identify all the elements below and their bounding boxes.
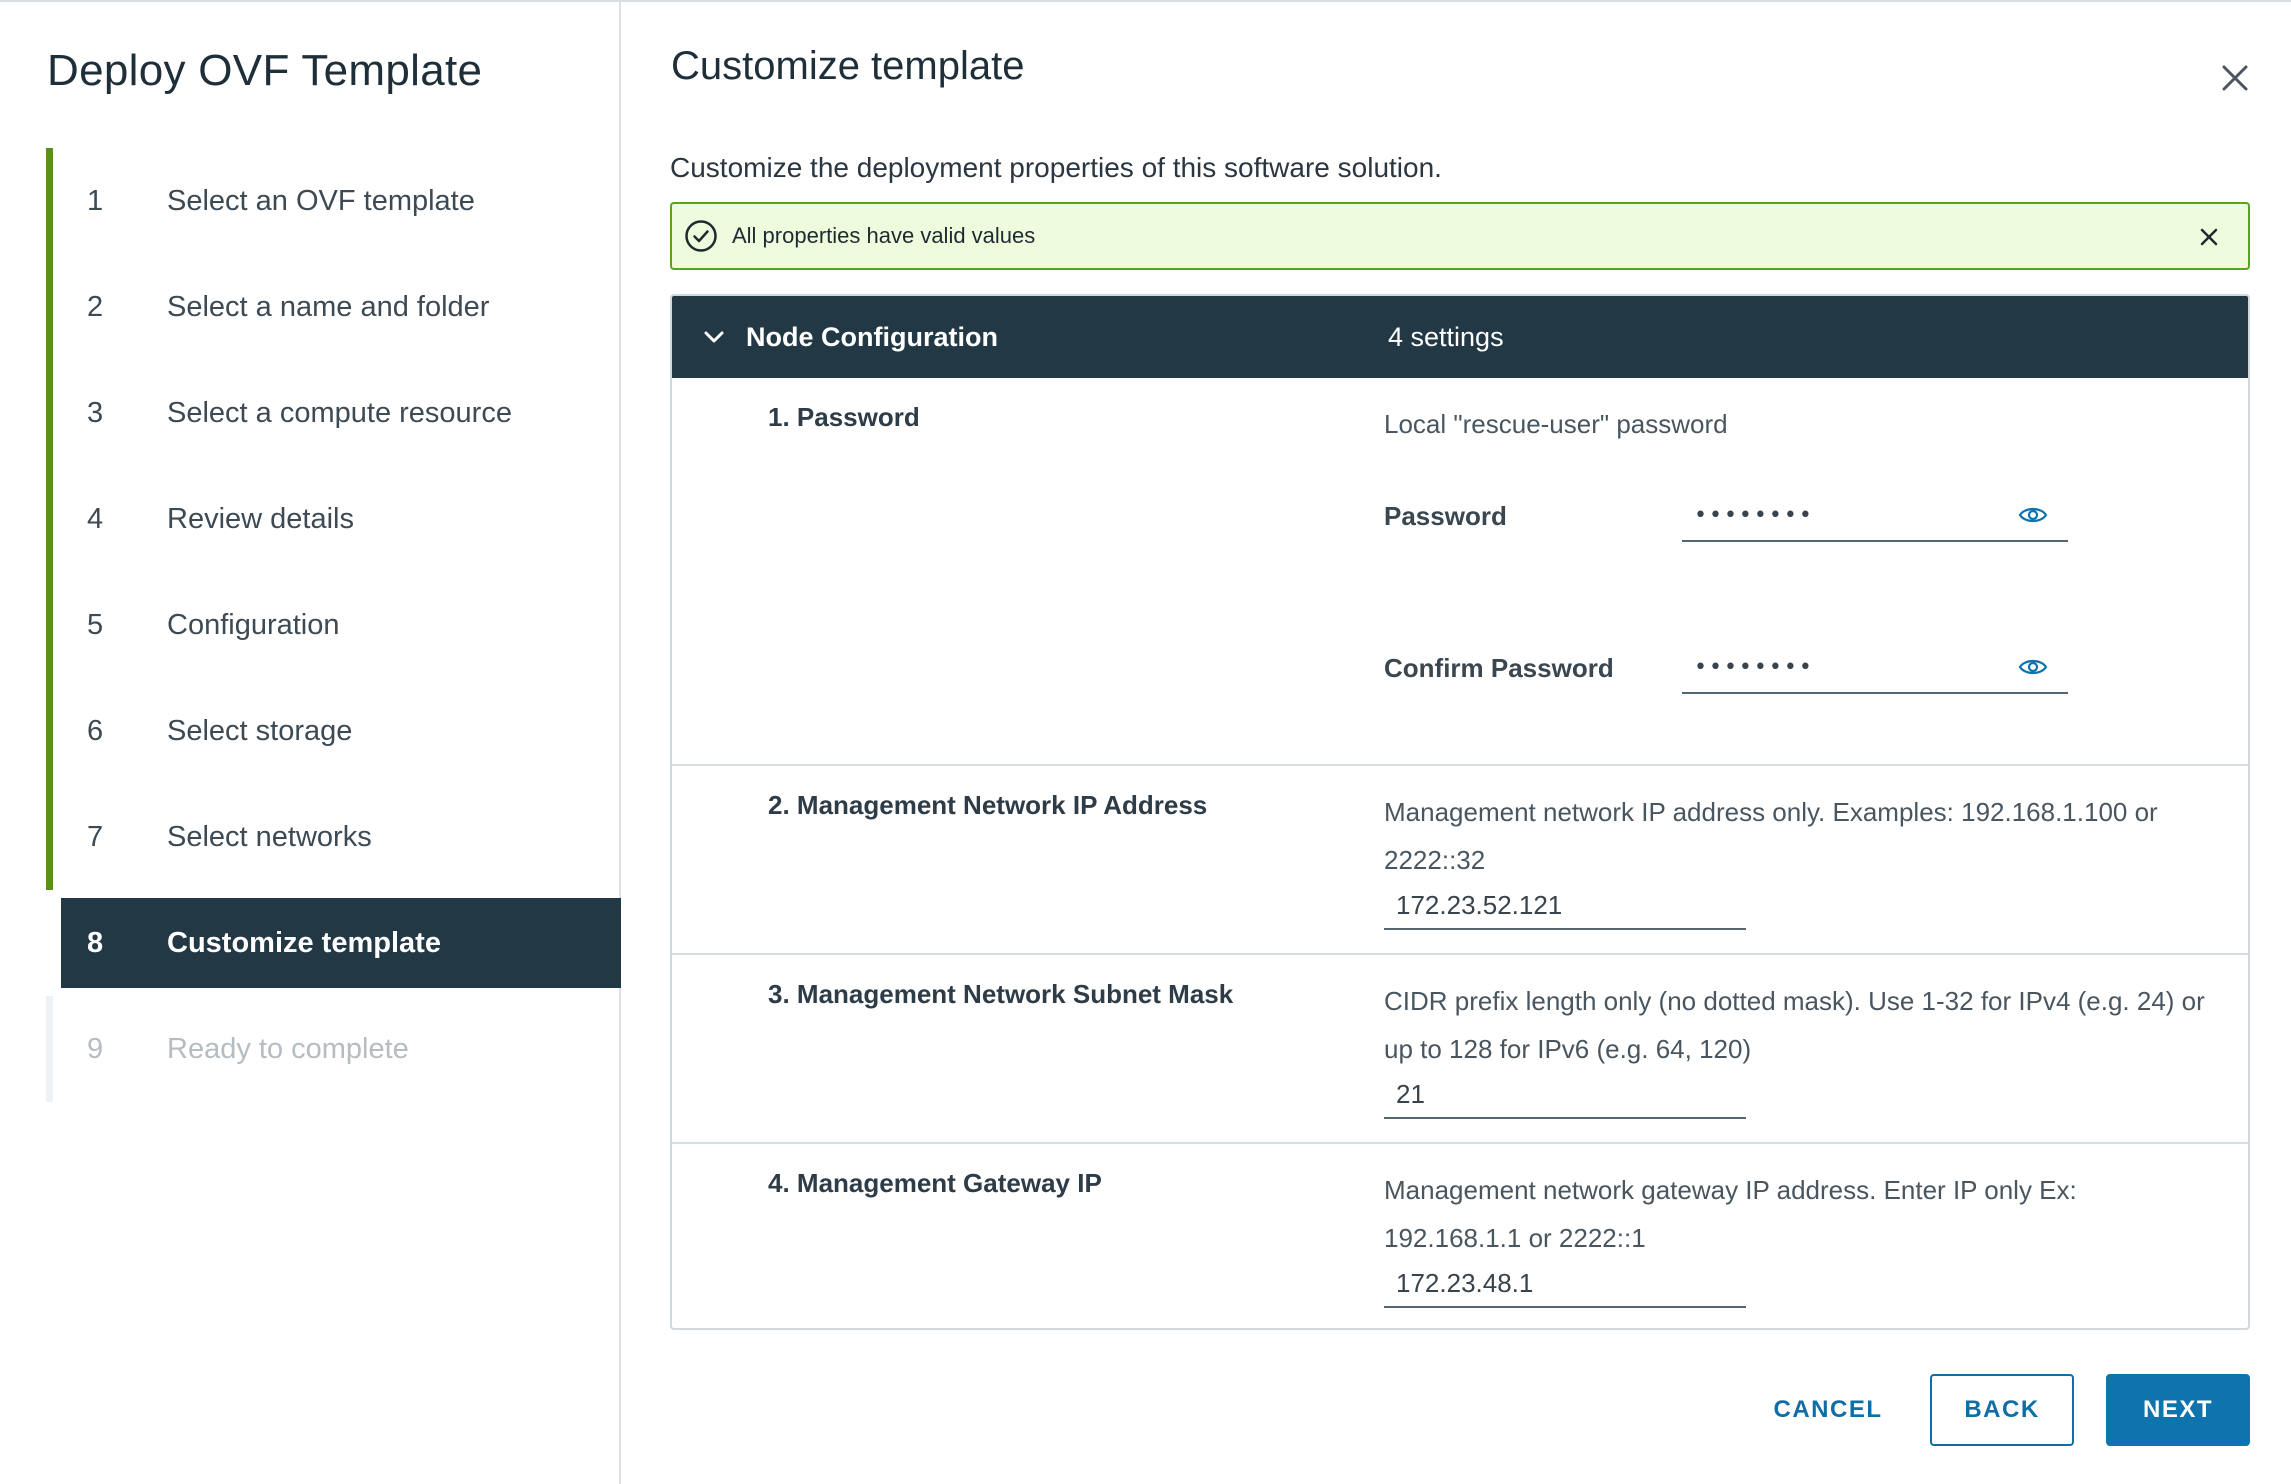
group-name: Node Configuration [746,321,998,352]
property-description: Management network gateway IP address. E… [1384,1175,2077,1253]
group-header-node-configuration[interactable]: Node Configuration 4 settings [672,296,2248,378]
step-label: Select a name and folder [167,290,490,323]
step-number: 6 [87,714,104,747]
wizard-sidebar: Deploy OVF Template 1 Select an OVF temp… [0,2,621,1484]
password-input[interactable] [1682,490,2068,540]
chevron-down-icon[interactable] [700,323,728,351]
confirm-password-input[interactable] [1682,642,2068,692]
confirm-password-row: Confirm Password [1384,642,2068,694]
wizard-step-3[interactable]: 3 Select a compute resource [46,360,621,466]
step-label: Customize template [167,926,441,959]
step-label: Select storage [167,714,353,747]
step-label: Review details [167,502,354,535]
confirm-password-label: Confirm Password [1384,652,1614,683]
password-row: Password [1384,490,2068,542]
step-number: 1 [87,184,104,217]
property-name: 4. Management Gateway IP [768,1168,1102,1198]
wizard-step-9: 9 Ready to complete [46,996,621,1102]
wizard-step-1[interactable]: 1 Select an OVF template [46,148,621,254]
next-button[interactable]: NEXT [2106,1374,2250,1446]
success-alert: All properties have valid values [670,202,2250,270]
property-subnet-mask: 3. Management Network Subnet Mask CIDR p… [672,955,2248,1144]
step-number: 3 [87,396,104,429]
gateway-ip-input[interactable] [1384,1260,1746,1308]
close-icon[interactable] [2215,58,2255,98]
property-description: CIDR prefix length only (no dotted mask)… [1384,986,2205,1064]
property-gateway-ip: 4. Management Gateway IP Management netw… [672,1144,2248,1328]
page-title: Customize template [671,44,1025,88]
confirm-password-field-wrapper [1682,642,2068,694]
wizard-step-4[interactable]: 4 Review details [46,466,621,572]
page-subtitle: Customize the deployment properties of t… [670,152,1442,183]
step-label: Configuration [167,608,340,641]
eye-icon[interactable] [2018,654,2048,680]
alert-close-icon[interactable] [2196,224,2222,250]
check-circle-icon [685,220,717,252]
properties-panel: Node Configuration 4 settings 1. Passwor… [670,294,2250,1330]
wizard-title: Deploy OVF Template [47,46,483,95]
password-field-wrapper [1682,490,2068,542]
step-label: Select networks [167,820,372,853]
cancel-button[interactable]: CANCEL [1743,1374,1913,1446]
deploy-ovf-dialog: Deploy OVF Template 1 Select an OVF temp… [0,0,2291,1484]
property-name: 1. Password [768,402,920,432]
wizard-steps: 1 Select an OVF template 2 Select a name… [46,148,621,1102]
step-label: Ready to complete [167,1032,409,1065]
alert-message: All properties have valid values [732,223,1036,248]
dialog-footer: CANCEL BACK NEXT [623,1374,2291,1448]
property-description: Local "rescue-user" password [1384,409,1728,439]
group-count: 4 settings [1388,321,1504,352]
wizard-step-8-current[interactable]: 8 Customize template [46,890,621,996]
step-number: 5 [87,608,104,641]
wizard-step-2[interactable]: 2 Select a name and folder [46,254,621,360]
step-number: 8 [87,926,104,959]
step-number: 7 [87,820,104,853]
step-label: Select an OVF template [167,184,475,217]
back-button[interactable]: BACK [1930,1374,2074,1446]
eye-icon[interactable] [2018,502,2048,528]
step-number: 9 [87,1032,104,1065]
wizard-step-6[interactable]: 6 Select storage [46,678,621,784]
property-ip-address: 2. Management Network IP Address Managem… [672,766,2248,955]
property-name: 2. Management Network IP Address [768,790,1208,820]
subnet-mask-input[interactable] [1384,1071,1746,1119]
step-label: Select a compute resource [167,396,512,429]
wizard-step-7[interactable]: 7 Select networks [46,784,621,890]
step-number: 2 [87,290,104,323]
property-description: Management network IP address only. Exam… [1384,797,2158,875]
ip-address-input[interactable] [1384,882,1746,930]
step-number: 4 [87,502,104,535]
property-name: 3. Management Network Subnet Mask [768,979,1234,1009]
wizard-step-5[interactable]: 5 Configuration [46,572,621,678]
property-password: 1. Password Local "rescue-user" password… [672,378,2248,766]
main-content: Customize template Customize the deploym… [623,2,2291,1484]
password-label: Password [1384,500,1507,531]
